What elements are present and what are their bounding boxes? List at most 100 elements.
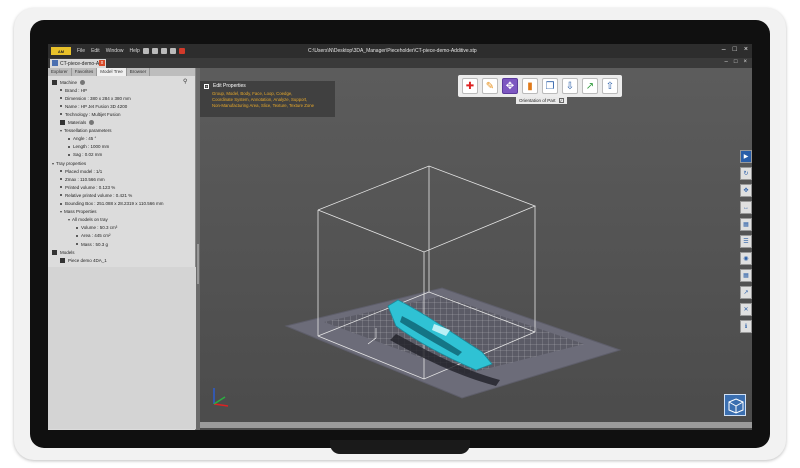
edit-properties-header[interactable]: + Edit Properties	[200, 81, 335, 91]
tree-item[interactable]: Brand : HP	[60, 86, 87, 94]
rotate-icon[interactable]: ↻	[740, 167, 752, 180]
bullet-icon	[60, 89, 62, 92]
settings-badge-icon[interactable]	[89, 120, 95, 125]
chevron-down-icon[interactable]: ▾	[60, 209, 62, 214]
grid-icon[interactable]: ▦	[740, 269, 752, 282]
edit-button[interactable]: ✎	[482, 78, 498, 94]
maximize-button[interactable]: □	[733, 46, 737, 53]
tab-close-button[interactable]: x	[99, 60, 105, 66]
close-button[interactable]: ×	[744, 46, 748, 53]
add-button[interactable]: ✚	[462, 78, 478, 94]
move-icon[interactable]: ✥	[740, 184, 752, 197]
tree-item[interactable]: Mass : 50.3 g	[76, 240, 108, 248]
print-icon[interactable]	[169, 48, 176, 54]
3d-viewport[interactable]: + Edit Properties Group, Model, Body, Fa…	[200, 68, 752, 430]
tree-item[interactable]: Machine	[52, 78, 86, 86]
settings-badge-icon[interactable]	[80, 79, 86, 85]
orientation-button[interactable]: ✥	[502, 78, 518, 94]
menu-window[interactable]: Window	[106, 48, 124, 54]
tree-item[interactable]: Materials	[60, 119, 95, 127]
tab-browser[interactable]: Browser	[127, 68, 151, 76]
menu-file[interactable]: File	[77, 48, 85, 54]
tab-favorites[interactable]: Favorites	[72, 68, 98, 76]
bullet-icon	[60, 170, 62, 173]
view-icon[interactable]: ◉	[740, 252, 752, 265]
gear-icon[interactable]	[142, 48, 149, 54]
tree-item[interactable]: ▾ Mass Properties	[60, 208, 97, 216]
window-title: C:\Users\N\Desktop\3DA_Manager\Piecehold…	[308, 48, 477, 54]
checkbox[interactable]: ✓	[558, 98, 564, 103]
doc-close-button[interactable]: ×	[743, 59, 747, 65]
tree-item-label: Area : 445 cm²	[81, 233, 111, 239]
tree-item[interactable]: Volume : 50.3 cm³	[76, 224, 117, 232]
bullet-icon	[60, 178, 62, 181]
edit-properties-panel: + Edit Properties Group, Model, Body, Fa…	[200, 81, 335, 117]
scene-svg	[284, 165, 622, 399]
tab-model-tree[interactable]: Model Tree	[97, 68, 127, 76]
chevron-down-icon[interactable]: ▾	[68, 217, 70, 222]
upload-button[interactable]: ⇧	[602, 78, 618, 94]
splitter-grip[interactable]	[197, 244, 199, 284]
document-tab-label: CT-piece-demo-A...	[60, 60, 104, 67]
tree-item-label: Placed model : 1/1	[65, 168, 103, 174]
tree-item[interactable]: Area : 445 cm²	[76, 232, 111, 240]
tree-item[interactable]: Placed model : 1/1	[60, 167, 102, 175]
tree-item-label: Mass : 50.3 g	[81, 241, 109, 247]
tree-item[interactable]: Bounding Box : 251.088 x 28.2319 x 110.5…	[60, 200, 164, 208]
document-tab[interactable]: CT-piece-demo-A... x	[50, 59, 106, 68]
window-controls: – □ ×	[722, 46, 748, 53]
section-icon[interactable]: ▦	[740, 218, 752, 231]
bullet-icon	[60, 105, 62, 108]
bullet-icon	[60, 194, 62, 197]
pointer-icon[interactable]: ▶	[740, 150, 752, 163]
search-icon[interactable]: ⚲	[183, 78, 187, 85]
tree-item[interactable]: Piece demo 4DA_1	[60, 256, 107, 264]
view-cube-button[interactable]	[724, 394, 746, 416]
document-tab-strip: CT-piece-demo-A... x – □ ×	[48, 58, 752, 68]
tree-item-label: Length : 1000 mm	[73, 144, 110, 150]
measure-icon[interactable]: ↔	[740, 201, 752, 214]
download-button[interactable]: ⇩	[562, 78, 578, 94]
layers-icon[interactable]: ☰	[740, 235, 752, 248]
expand-icon[interactable]: +	[204, 83, 209, 89]
tree-item-label: Machine	[60, 79, 78, 85]
tree-node-icon	[60, 257, 65, 263]
tree-item[interactable]: ▾ Tray properties	[52, 159, 86, 167]
tree-item[interactable]: Sag : 0.02 mm	[68, 151, 102, 159]
copy-button[interactable]: ❐	[542, 78, 558, 94]
tree-item[interactable]: Printed volume : 0.123 %	[60, 183, 115, 191]
tree-item[interactable]: Models	[52, 248, 75, 256]
info-icon[interactable]: ℹ	[740, 320, 752, 333]
tab-explorer[interactable]: Explorer	[48, 68, 72, 76]
tree-item-label: Dimension : 380 x 284 x 380 mm	[65, 95, 131, 101]
minimize-button[interactable]: –	[722, 46, 726, 53]
tree-item[interactable]: Technology : Multijet Fusion	[60, 110, 121, 118]
doc-minimize-button[interactable]: –	[725, 59, 728, 65]
tree-item[interactable]: Length : 1000 mm	[68, 143, 109, 151]
menu-help[interactable]: Help	[129, 48, 139, 54]
tree-node-icon	[60, 120, 65, 125]
tree-item[interactable]: Zmax : 110.566 mm	[60, 175, 105, 183]
close-icon[interactable]: ✕	[740, 303, 752, 316]
tree-item[interactable]: ▾ Tessellation parameters	[60, 127, 112, 135]
property-links-line[interactable]: Non-Manufacturing Area, Slice, Texture, …	[212, 103, 331, 109]
horizontal-scrollbar[interactable]	[200, 422, 752, 428]
tree-item[interactable]: Relative printed volume : 0.421 %	[60, 191, 132, 199]
tree-item[interactable]: Name : HP Jet Fusion 3D 4200	[60, 102, 127, 110]
chevron-down-icon[interactable]: ▾	[60, 128, 62, 133]
menu-edit[interactable]: Edit	[91, 48, 100, 54]
property-links[interactable]: Group, Model, Body, Face, Loop, Coedge, …	[200, 91, 335, 109]
chart-button[interactable]: ▮	[522, 78, 538, 94]
tree-item-label: Mass Properties	[64, 209, 97, 215]
right-toolbar: ▶ ↻ ✥ ↔ ▦ ☰ ◉ ▦ ↗ ✕ ℹ	[740, 150, 752, 350]
pdf-icon[interactable]	[178, 48, 185, 54]
tree-item[interactable]: Angle : 45 °	[68, 135, 96, 143]
save-icon[interactable]	[160, 48, 167, 54]
chevron-down-icon[interactable]: ▾	[52, 161, 54, 166]
doc-maximize-button[interactable]: □	[734, 59, 738, 65]
export-button[interactable]: ↗	[582, 78, 598, 94]
export-icon[interactable]: ↗	[740, 286, 752, 299]
tree-item[interactable]: ▾ All models on tray	[68, 216, 108, 224]
tree-item[interactable]: Dimension : 380 x 284 x 380 mm	[60, 94, 131, 102]
open-icon[interactable]	[151, 48, 158, 54]
